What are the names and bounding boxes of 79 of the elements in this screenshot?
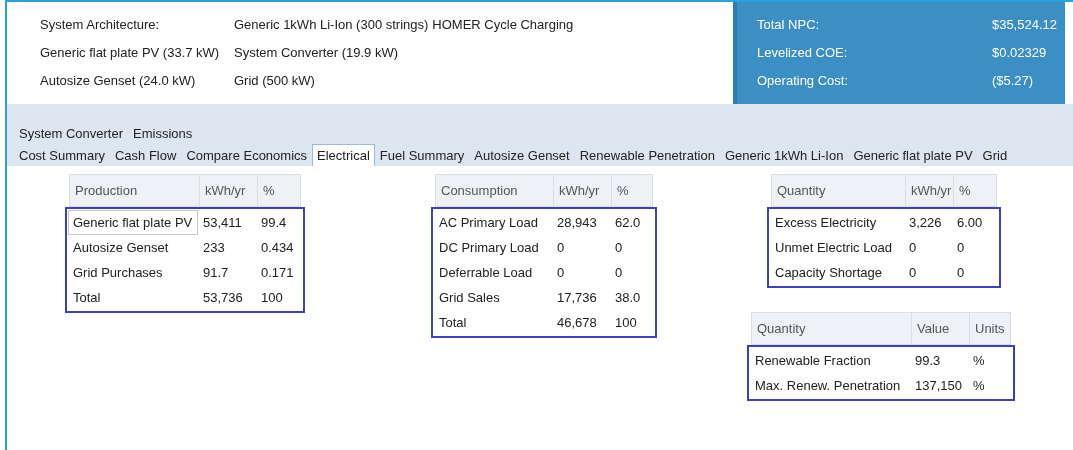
table-cell-text: 0 xyxy=(556,239,566,257)
column-header[interactable]: % xyxy=(258,175,300,206)
column-header[interactable]: Quantity xyxy=(752,313,912,344)
table-cell-text: 0 xyxy=(614,239,624,257)
table-cell-text: Grid Sales xyxy=(438,289,501,307)
architecture-text: System Architecture: xyxy=(40,16,161,34)
column-header[interactable]: Consumption xyxy=(436,175,554,206)
column-header[interactable]: kWh/yr xyxy=(200,175,258,206)
tab[interactable]: Cash Flow xyxy=(109,144,182,166)
summary-value: $35,524.12 xyxy=(991,16,1057,34)
table-cell-text: 100 xyxy=(614,314,638,332)
table-cell-text: Grid Purchases xyxy=(72,264,164,282)
table-cell-text: 233 xyxy=(202,239,226,257)
tab[interactable]: Autosize Genset xyxy=(469,144,575,166)
tab[interactable]: Generic flat plate PV xyxy=(848,144,978,166)
table-cell-text: 137,150 xyxy=(914,377,963,395)
table-cell-text: Capacity Shortage xyxy=(774,264,883,282)
table-cell-text: 0 xyxy=(614,264,624,282)
table-cell-text: 0.434 xyxy=(260,239,295,257)
table-cell-text: 17,736 xyxy=(556,289,598,307)
column-header[interactable]: kWh/yr xyxy=(906,175,954,206)
summary-label: Levelized COE: xyxy=(757,44,849,62)
table-cell-text: Max. Renew. Penetration xyxy=(754,377,902,395)
table-cell-text: 99.4 xyxy=(260,214,288,232)
table-cell-text: 46,678 xyxy=(556,314,598,332)
table-cell-text: % xyxy=(972,352,986,370)
tab[interactable]: Renewable Penetration xyxy=(574,144,720,166)
table-cell-text: 38.0 xyxy=(614,289,642,307)
table-cell-text: 3,226 xyxy=(908,214,943,232)
table-cell-text: 0 xyxy=(956,264,966,282)
tab[interactable]: Electrical xyxy=(312,144,375,166)
table-cell-text: 28,943 xyxy=(556,214,598,232)
table-cell-text: 0 xyxy=(908,239,918,257)
table-cell-text: Total xyxy=(438,314,468,332)
architecture-text: Generic flat plate PV (33.7 kW) xyxy=(40,44,221,62)
table-cell-text: Renewable Fraction xyxy=(754,352,872,370)
tab[interactable]: System Converter xyxy=(14,122,129,144)
summary-value: ($5.27) xyxy=(991,72,1035,90)
table-cell-text: 100 xyxy=(260,289,284,307)
summary-label: Total NPC: xyxy=(757,16,821,34)
column-header[interactable]: % xyxy=(612,175,652,206)
table-cell-text: DC Primary Load xyxy=(438,239,540,257)
table-cell-text: 91.7 xyxy=(202,264,230,282)
table-cell-text: 0 xyxy=(556,264,566,282)
table-cell-text: % xyxy=(972,377,986,395)
column-header[interactable]: Quantity xyxy=(772,175,906,206)
tab[interactable]: Generic 1kWh Li-Ion xyxy=(719,144,849,166)
summary-label: Operating Cost: xyxy=(757,72,850,90)
architecture-text: System Converter (19.9 kW) xyxy=(234,44,399,62)
table-cell-text: 0 xyxy=(956,239,966,257)
architecture-text: Generic 1kWh Li-Ion (300 strings) xyxy=(234,16,429,34)
column-header[interactable]: Units xyxy=(970,313,1010,344)
table-cell-text: 0 xyxy=(908,264,918,282)
table-cell-text: 0.171 xyxy=(260,264,295,282)
table-cell-text: 99.3 xyxy=(914,352,942,370)
tab[interactable]: Fuel Summary xyxy=(374,144,470,166)
architecture-text: Grid (500 kW) xyxy=(234,72,316,90)
column-header[interactable]: kWh/yr xyxy=(554,175,612,206)
column-header[interactable]: % xyxy=(954,175,996,206)
table-cell-text: AC Primary Load xyxy=(438,214,539,232)
column-header[interactable]: Production xyxy=(70,175,200,206)
table-cell-text: Deferrable Load xyxy=(438,264,534,282)
tab[interactable]: Compare Economics xyxy=(181,144,313,166)
architecture-text: HOMER Cycle Charging xyxy=(432,16,574,34)
table-cell-text: 53,736 xyxy=(202,289,244,307)
table-cell-text: Unmet Electric Load xyxy=(774,239,894,257)
table-cell-text: Excess Electricity xyxy=(774,214,878,232)
table-cell-text: Autosize Genset xyxy=(72,239,170,257)
table-cell-text: 53,411 xyxy=(202,214,243,232)
tab[interactable]: Emissions xyxy=(128,122,198,144)
table-cell-text: Total xyxy=(72,289,102,307)
tab[interactable]: Grid xyxy=(977,144,1013,166)
column-header[interactable]: Value xyxy=(912,313,970,344)
tab[interactable]: Cost Summary xyxy=(14,144,110,166)
summary-value: $0.02329 xyxy=(991,44,1048,62)
table-cell: Generic flat plate PV xyxy=(68,210,198,235)
table-cell-text: 6.00 xyxy=(956,214,984,232)
table-cell-text: 62.0 xyxy=(614,214,642,232)
architecture-text: Autosize Genset (24.0 kW) xyxy=(40,72,197,90)
